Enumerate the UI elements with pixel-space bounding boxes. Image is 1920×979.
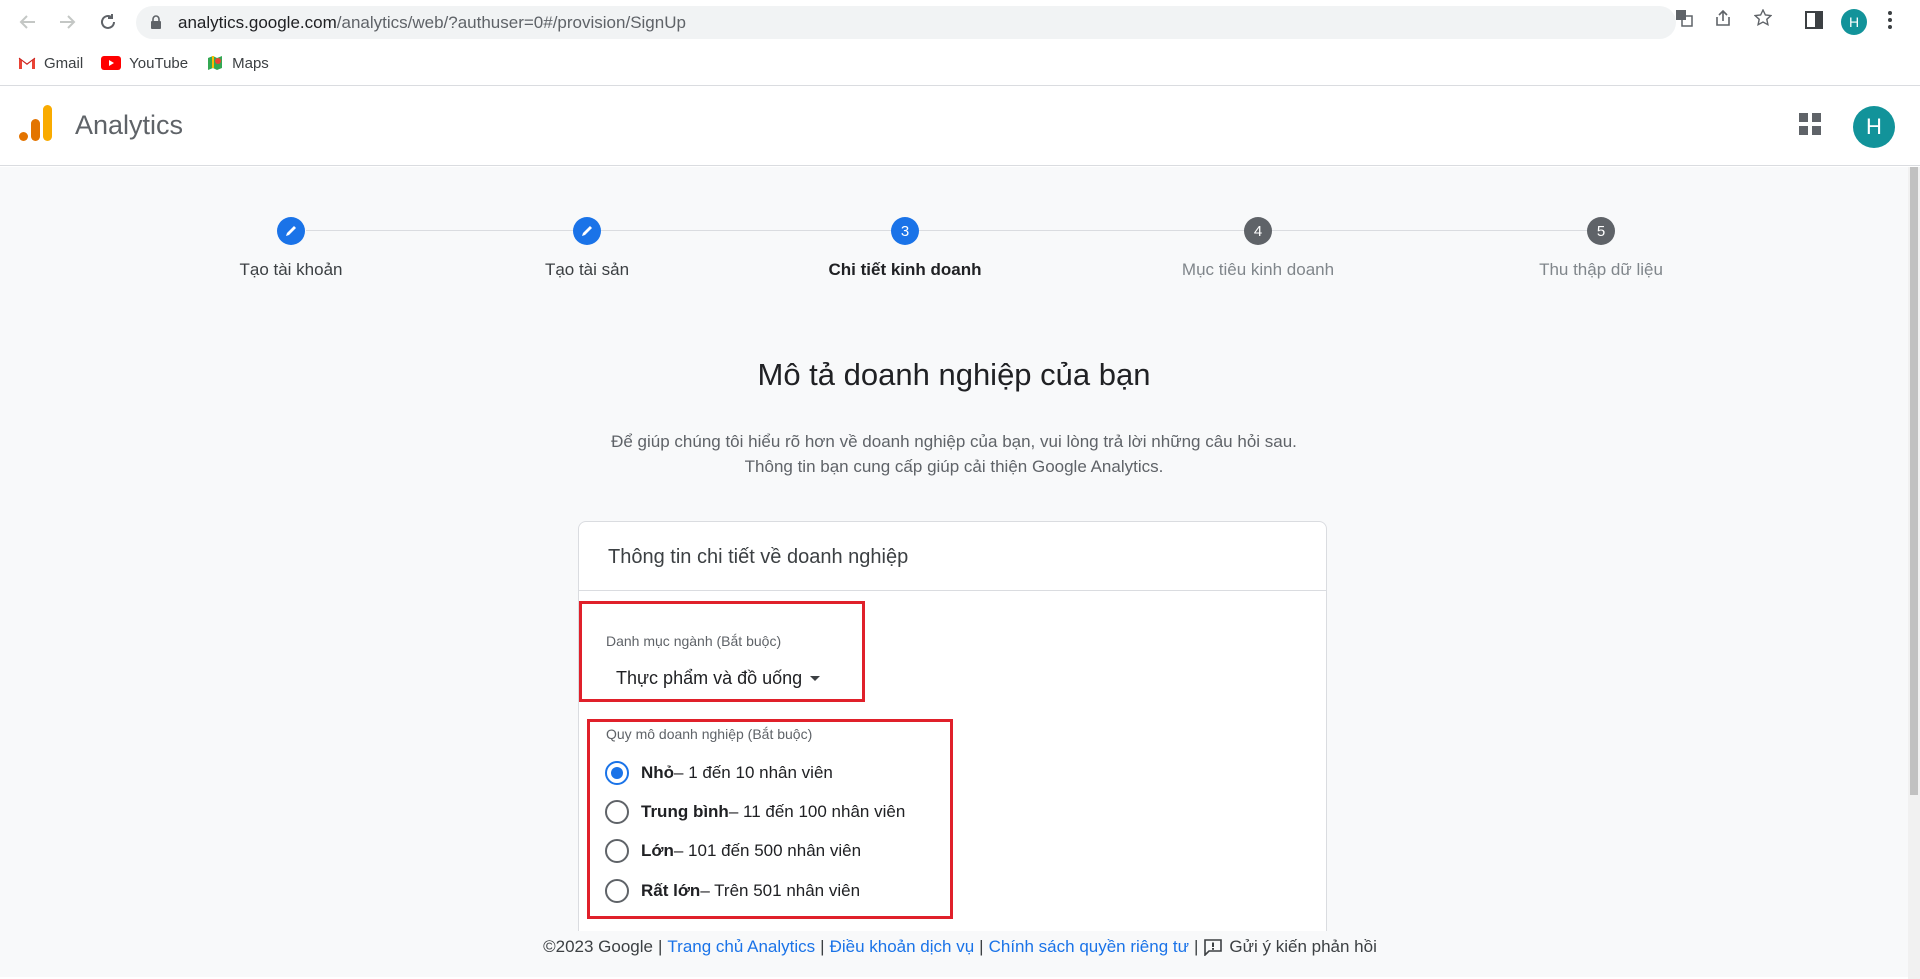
app-title: Analytics: [75, 110, 184, 140]
bookmark-label: YouTube: [129, 54, 189, 72]
analytics-logo-icon[interactable]: [18, 104, 54, 147]
maps-icon: [208, 56, 223, 70]
footer-link-privacy[interactable]: Chính sách quyền riêng tư: [989, 937, 1189, 957]
card-title: Thông tin chi tiết về doanh nghiệp: [608, 546, 909, 568]
step-create-account: Tạo tài khoản: [161, 217, 421, 280]
translate-icon[interactable]: [1675, 9, 1693, 27]
bookmark-maps[interactable]: Maps: [206, 54, 269, 72]
highlight-box-industry: [579, 601, 865, 702]
step-label: Chi tiết kinh doanh: [828, 260, 982, 279]
apps-grid-icon[interactable]: [1799, 113, 1821, 140]
youtube-icon: [101, 56, 122, 70]
gmail-icon: [18, 57, 36, 69]
setup-stepper: Tạo tài khoản Tạo tài sản 3 Chi tiết kin…: [0, 217, 1908, 297]
page-scrollbar[interactable]: [1908, 167, 1920, 979]
browser-menu-icon[interactable]: [1887, 10, 1909, 32]
copyright-text: ©2023 Google: [543, 937, 653, 956]
step-number: 3: [891, 217, 919, 245]
edit-pencil-icon: [277, 217, 305, 245]
account-avatar[interactable]: H: [1853, 106, 1895, 148]
side-panel-icon[interactable]: [1804, 10, 1826, 32]
step-label: Tạo tài khoản: [239, 260, 343, 279]
step-data-collection: 5 Thu thập dữ liệu: [1471, 217, 1731, 280]
bookmark-gmail[interactable]: Gmail: [18, 55, 83, 72]
browser-profile-avatar[interactable]: H: [1841, 9, 1867, 35]
description-line: Thông tin bạn cung cấp giúp cải thiện Go…: [744, 457, 1164, 476]
scrollbar-thumb[interactable]: [1910, 167, 1918, 795]
address-bar[interactable]: analytics.google.com/analytics/web/?auth…: [136, 6, 1676, 39]
share-icon[interactable]: [1714, 9, 1732, 27]
step-label: Tạo tài sản: [544, 260, 630, 279]
highlight-box-business-size: [587, 719, 953, 919]
bookmark-star-icon[interactable]: [1753, 8, 1773, 27]
step-number: 5: [1587, 217, 1615, 245]
description-line: Để giúp chúng tôi hiểu rõ hơn về doanh n…: [611, 432, 1297, 451]
bookmark-label: Gmail: [44, 54, 84, 72]
step-number: 4: [1244, 217, 1272, 245]
bookmark-label: Maps: [232, 54, 269, 72]
step-label: Thu thập dữ liệu: [1539, 260, 1663, 279]
footer-link-terms[interactable]: Điều khoản dịch vụ: [830, 937, 975, 957]
reload-icon[interactable]: [96, 10, 120, 34]
bookmark-youtube[interactable]: YouTube: [101, 55, 188, 72]
forward-icon[interactable]: [55, 10, 79, 34]
feedback-button[interactable]: Gửi ý kiến phản hồi: [1203, 937, 1377, 957]
footer-link-analytics-home[interactable]: Trang chủ Analytics: [667, 937, 815, 957]
divider: [579, 590, 1326, 591]
page-footer: ©2023 Google | Trang chủ Analytics | Điề…: [500, 931, 1420, 963]
url-text: analytics.google.com/analytics/web/?auth…: [178, 13, 686, 32]
main-content: Tạo tài khoản Tạo tài sản 3 Chi tiết kin…: [0, 167, 1908, 977]
browser-chrome: analytics.google.com/analytics/web/?auth…: [0, 0, 1920, 86]
bookmarks-bar: Gmail YouTube Maps: [0, 50, 269, 76]
step-business-objectives: 4 Mục tiêu kinh doanh: [1128, 217, 1388, 280]
feedback-icon: [1204, 939, 1223, 956]
step-business-details: 3 Chi tiết kinh doanh: [775, 217, 1035, 280]
step-create-property: Tạo tài sản: [457, 217, 717, 280]
feedback-label: Gửi ý kiến phản hồi: [1229, 937, 1377, 956]
lock-icon: [150, 15, 162, 34]
edit-pencil-icon: [573, 217, 601, 245]
page-description: Để giúp chúng tôi hiểu rõ hơn về doanh n…: [0, 429, 1908, 479]
page-title: Mô tả doanh nghiệp của bạn: [757, 357, 1151, 392]
step-label: Mục tiêu kinh doanh: [1181, 260, 1335, 279]
back-icon[interactable]: [16, 10, 40, 34]
app-header: Analytics: [0, 86, 1920, 166]
